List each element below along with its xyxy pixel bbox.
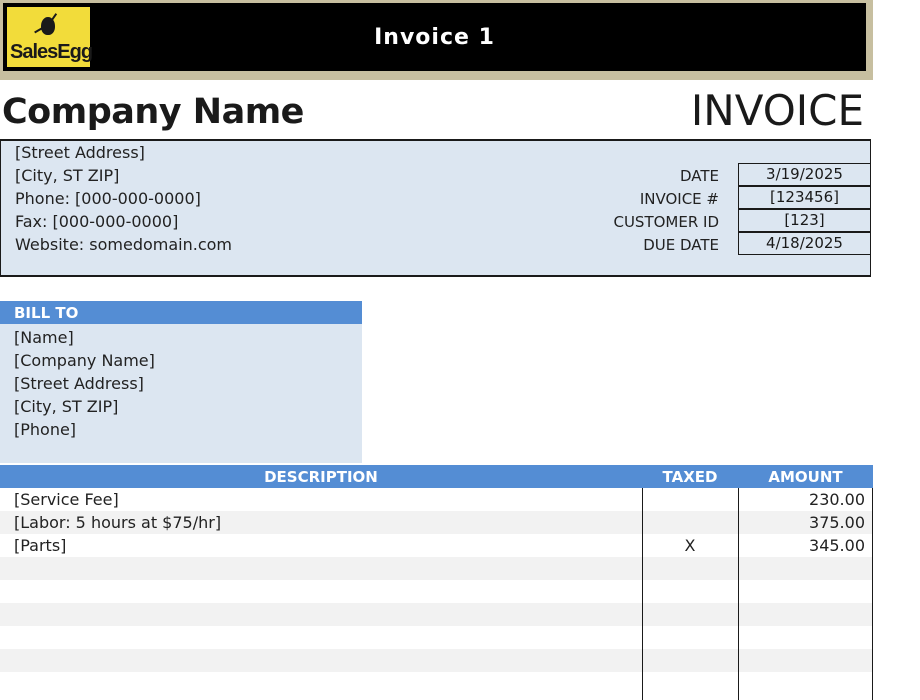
company-street[interactable]: [Street Address] bbox=[15, 142, 145, 164]
line-items-table: DESCRIPTION TAXED AMOUNT [Service Fee] 2… bbox=[0, 465, 873, 700]
taxed-column-divider bbox=[642, 488, 643, 700]
table-row[interactable] bbox=[0, 649, 873, 672]
company-website[interactable]: Website: somedomain.com bbox=[15, 234, 232, 256]
table-row[interactable]: [Parts] X 345.00 bbox=[0, 534, 873, 557]
row-amount[interactable]: 375.00 bbox=[738, 511, 865, 534]
customer-id-label: CUSTOMER ID bbox=[613, 213, 719, 231]
amount-column-divider bbox=[738, 488, 739, 700]
bill-to-header: BILL TO bbox=[0, 301, 362, 324]
date-field[interactable]: 3/19/2025 bbox=[738, 163, 871, 186]
bill-to-city[interactable]: [City, ST ZIP] bbox=[14, 396, 118, 418]
bill-to-phone[interactable]: [Phone] bbox=[14, 419, 76, 441]
date-label: DATE bbox=[679, 167, 719, 185]
row-amount[interactable]: 230.00 bbox=[738, 488, 865, 511]
amount-column-header: AMOUNT bbox=[768, 468, 843, 486]
top-banner: SalesEgg Invoice 1 bbox=[0, 0, 873, 80]
description-column-header: DESCRIPTION bbox=[264, 468, 378, 486]
customer-id-field[interactable]: [123] bbox=[738, 209, 871, 232]
banner-bar: SalesEgg Invoice 1 bbox=[3, 3, 866, 71]
row-amount[interactable]: 345.00 bbox=[738, 534, 865, 557]
bill-to-name[interactable]: [Name] bbox=[14, 327, 74, 349]
table-row[interactable] bbox=[0, 603, 873, 626]
invoice-heading: INVOICE bbox=[690, 86, 864, 135]
company-fax[interactable]: Fax: [000-000-0000] bbox=[15, 211, 178, 233]
invoice-number-field[interactable]: [123456] bbox=[738, 186, 871, 209]
banner-title: Invoice 1 bbox=[374, 25, 495, 50]
table-row[interactable]: [Labor: 5 hours at $75/hr] 375.00 bbox=[0, 511, 873, 534]
table-header: DESCRIPTION TAXED AMOUNT bbox=[0, 465, 873, 488]
row-description[interactable]: [Labor: 5 hours at $75/hr] bbox=[14, 511, 221, 534]
invoice-number-label: INVOICE # bbox=[639, 190, 719, 208]
table-row[interactable]: [Service Fee] 230.00 bbox=[0, 488, 873, 511]
taxed-column-header: TAXED bbox=[662, 468, 718, 486]
row-description[interactable]: [Parts] bbox=[14, 534, 66, 557]
table-row[interactable] bbox=[0, 557, 873, 580]
bill-to-company[interactable]: [Company Name] bbox=[14, 350, 155, 372]
table-row[interactable] bbox=[0, 672, 873, 695]
due-date-label: DUE DATE bbox=[643, 236, 719, 254]
company-name-heading[interactable]: Company Name bbox=[2, 92, 304, 132]
company-phone[interactable]: Phone: [000-000-0000] bbox=[15, 188, 201, 210]
table-row[interactable] bbox=[0, 580, 873, 603]
company-city[interactable]: [City, ST ZIP] bbox=[15, 165, 119, 187]
table-right-border bbox=[872, 488, 873, 700]
table-row[interactable] bbox=[0, 626, 873, 649]
bill-to-street[interactable]: [Street Address] bbox=[14, 373, 144, 395]
row-description[interactable]: [Service Fee] bbox=[14, 488, 119, 511]
row-taxed[interactable]: X bbox=[642, 534, 738, 557]
due-date-field[interactable]: 4/18/2025 bbox=[738, 232, 871, 255]
bill-to-panel: BILL TO [Name] [Company Name] [Street Ad… bbox=[0, 301, 362, 463]
